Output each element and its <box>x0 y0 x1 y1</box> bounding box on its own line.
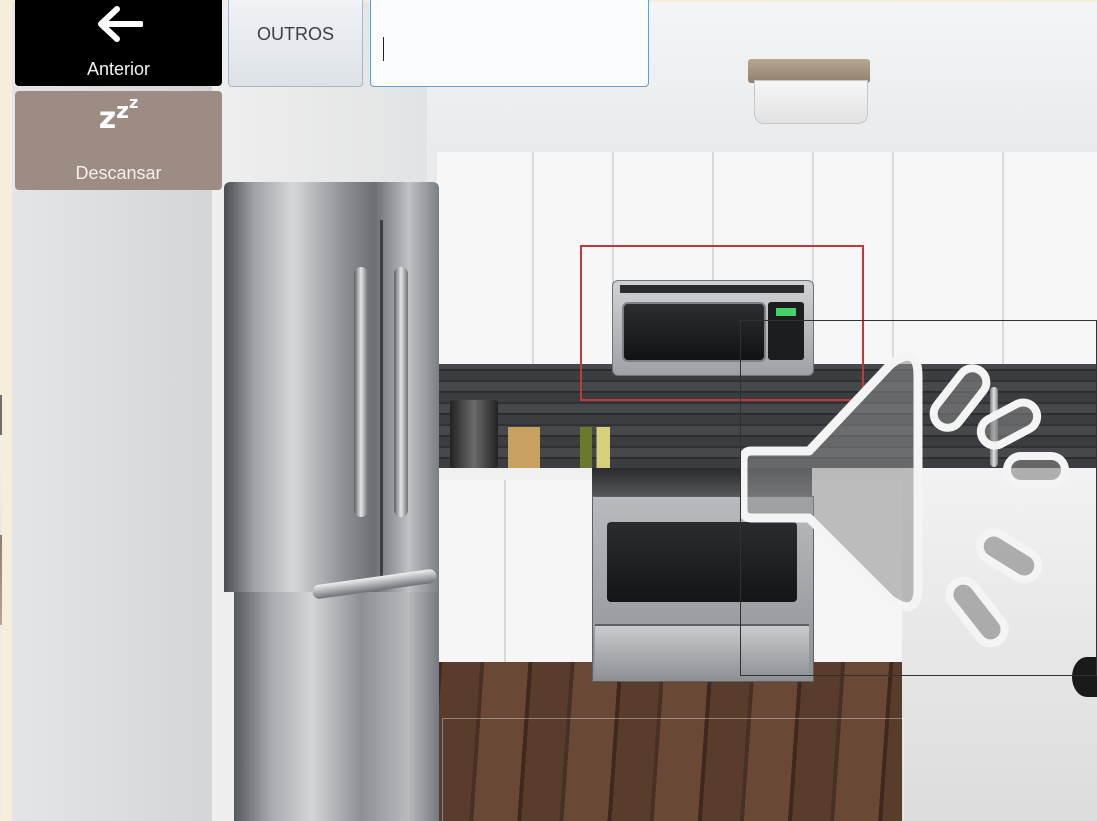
others-button-label: OUTROS <box>256 24 334 44</box>
fridge-freezer-drawer <box>234 592 439 821</box>
fridge-handle-left <box>354 267 368 517</box>
fridge-handle-right <box>394 267 408 517</box>
arrow-left-icon <box>98 6 143 42</box>
fridge-door-split <box>380 220 383 590</box>
cabinet-seam <box>504 480 506 662</box>
message-text-field[interactable] <box>370 0 649 87</box>
others-button[interactable]: OUTROS <box>228 0 363 87</box>
cabinet-seam <box>532 152 534 364</box>
rest-button[interactable]: zzz Descansar <box>15 91 222 190</box>
sleep-zzz-icon: zzz <box>98 93 139 136</box>
coffee-maker <box>450 400 498 468</box>
previous-button[interactable]: Anterior <box>15 0 222 86</box>
text-caret <box>383 37 384 61</box>
previous-button-label: Anterior <box>86 59 151 79</box>
knife-block <box>508 427 540 468</box>
floor-region-frame <box>442 718 904 821</box>
bottles <box>580 427 610 468</box>
speaker-sound-icon[interactable] <box>741 326 1097 676</box>
ceiling-light-cover <box>754 80 868 124</box>
left-edge-strip <box>0 395 2 815</box>
rest-button-label: Descansar <box>75 163 162 183</box>
